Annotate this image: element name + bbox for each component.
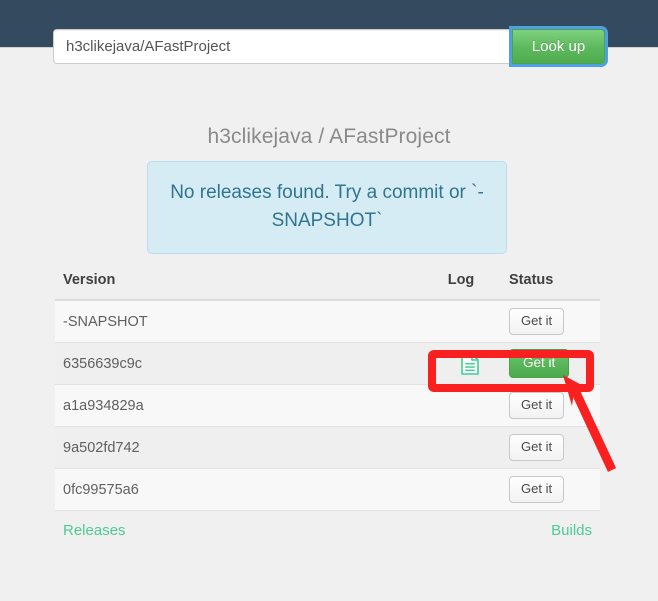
- page-content: h3clikejava / AFastProject: [0, 48, 658, 149]
- cell-version: a1a934829a: [55, 384, 440, 427]
- versions-table-head: Version Log Status: [55, 272, 600, 301]
- get-it-button[interactable]: Get it: [509, 476, 565, 503]
- versions-table-wrap: Version Log Status -SNAPSHOT Get it 6356…: [55, 272, 600, 511]
- get-it-button[interactable]: Get it: [509, 392, 565, 419]
- cell-status: Get it: [501, 384, 600, 427]
- builds-link[interactable]: Builds: [551, 522, 592, 539]
- cell-status: Get it: [501, 468, 600, 511]
- cell-status: Get it: [501, 426, 600, 469]
- cell-log: [439, 426, 501, 469]
- cell-log: [439, 342, 501, 385]
- cell-version: 0fc99575a6: [55, 468, 440, 511]
- cell-log: [439, 468, 501, 511]
- table-row: 6356639c9c Get it: [55, 342, 600, 385]
- table-row: 0fc99575a6 Get it: [55, 468, 600, 511]
- footer-links: Releases Builds: [63, 522, 592, 539]
- table-row: -SNAPSHOT Get it: [55, 300, 600, 343]
- table-row: 9a502fd742 Get it: [55, 426, 600, 469]
- log-file-icon[interactable]: [461, 352, 480, 375]
- cell-status: Get it: [501, 342, 600, 385]
- versions-table-body: -SNAPSHOT Get it 6356639c9c Get it a1a93…: [55, 300, 600, 511]
- releases-link[interactable]: Releases: [63, 522, 126, 539]
- versions-table: Version Log Status -SNAPSHOT Get it 6356…: [55, 272, 600, 511]
- cell-log: [439, 300, 501, 343]
- page-title: h3clikejava / AFastProject: [207, 125, 451, 148]
- cell-version: 9a502fd742: [55, 426, 440, 469]
- table-header-row: Version Log Status: [55, 272, 600, 301]
- get-it-button[interactable]: Get it: [509, 308, 565, 335]
- column-header-version: Version: [55, 272, 440, 301]
- cell-status: Get it: [501, 300, 600, 343]
- get-it-button[interactable]: Get it: [509, 434, 565, 461]
- cell-version: -SNAPSHOT: [55, 300, 440, 343]
- column-header-status: Status: [501, 272, 600, 301]
- cell-version: 6356639c9c: [55, 342, 440, 385]
- no-releases-alert: No releases found. Try a commit or `-SNA…: [147, 161, 507, 255]
- cell-log: [439, 384, 501, 427]
- get-it-button-highlighted[interactable]: Get it: [509, 348, 570, 379]
- table-row: a1a934829a Get it: [55, 384, 600, 427]
- column-header-log: Log: [439, 272, 501, 301]
